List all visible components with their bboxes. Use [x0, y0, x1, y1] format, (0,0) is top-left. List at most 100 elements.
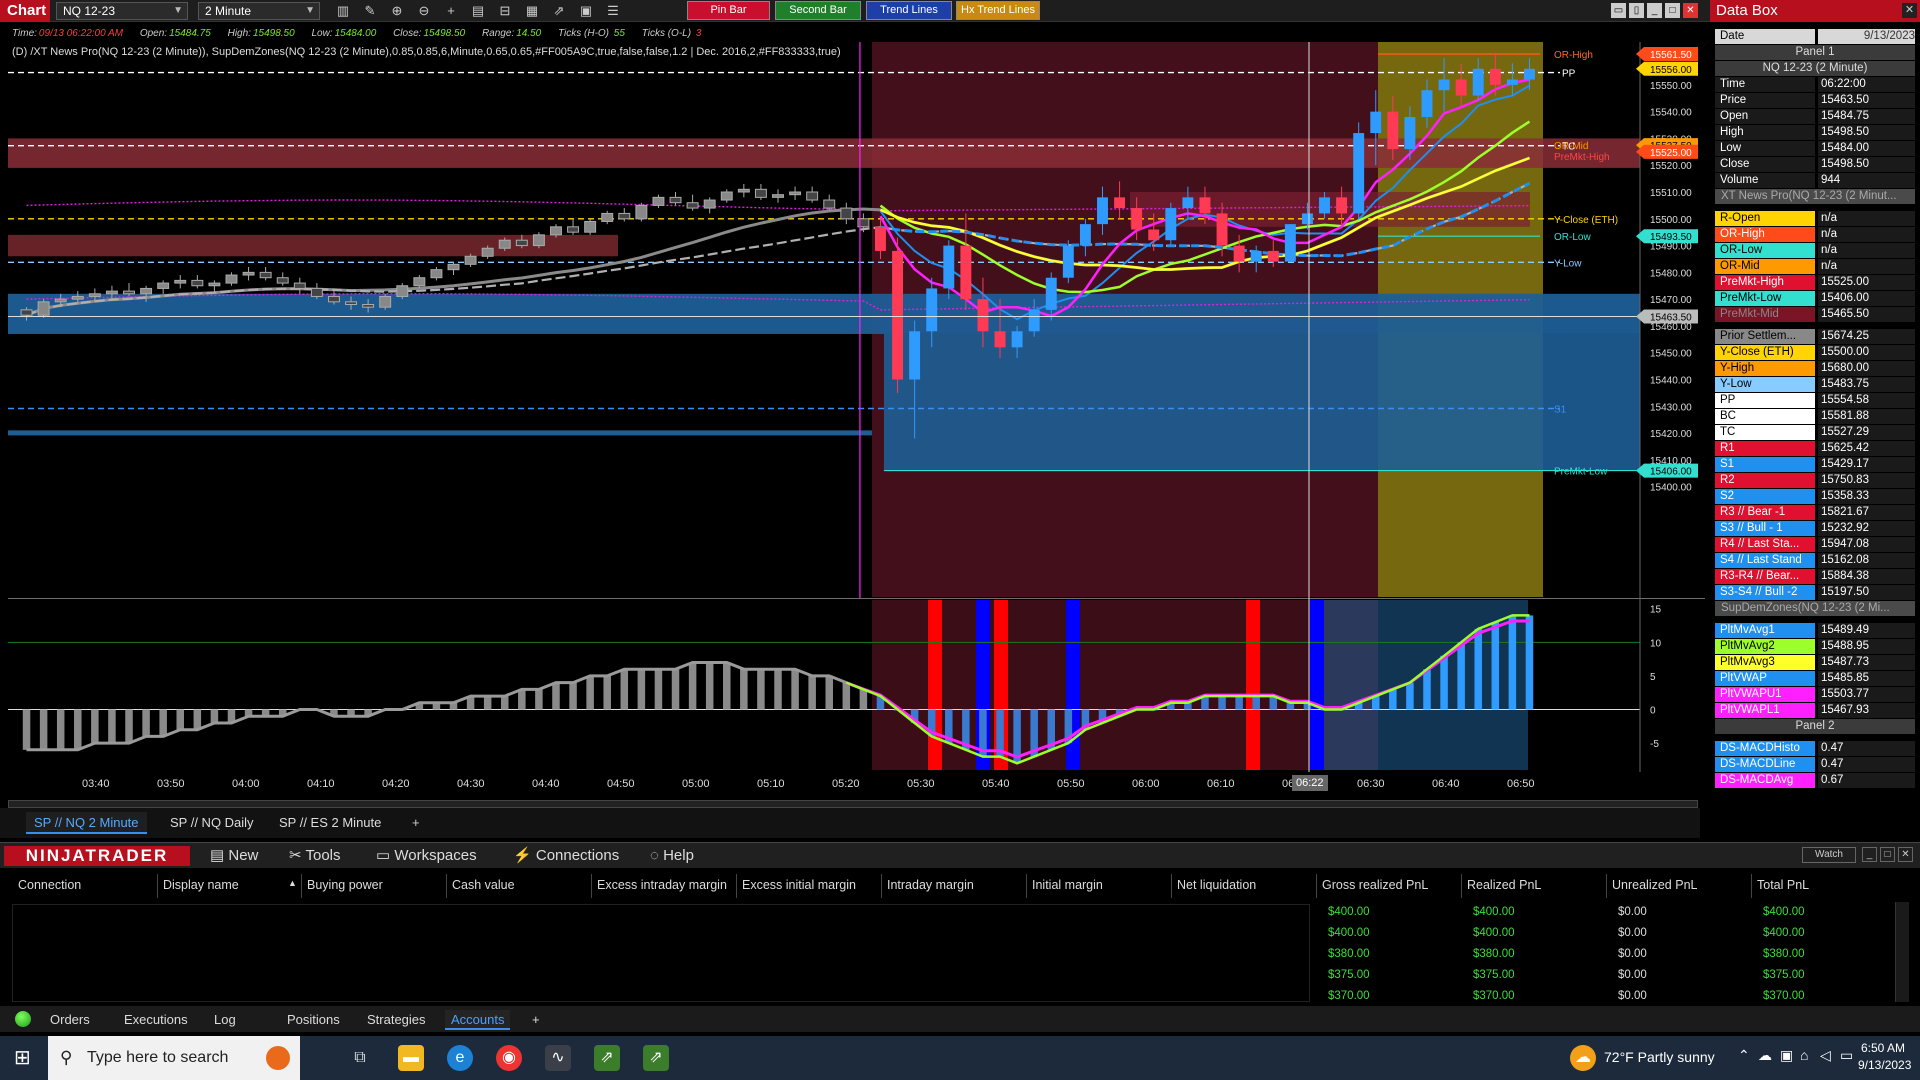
templates-icon[interactable]: ⊟ [496, 3, 514, 19]
zoom-in-icon[interactable]: ⊕ [388, 3, 406, 19]
data-box-row: S3 // Bull - 1 15232.92 [1715, 521, 1915, 536]
column-separator[interactable] [301, 874, 302, 898]
menu-new[interactable]: ▤ New [210, 846, 258, 866]
strategies-icon[interactable]: ⇗ [550, 3, 568, 19]
cc-maximize-icon[interactable]: □ [1880, 847, 1895, 862]
pin-bar-button[interactable]: Pin Bar [687, 1, 770, 20]
interval-selector[interactable]: 2 Minute ▼ [198, 2, 320, 20]
column-header[interactable]: Net liquidation [1177, 878, 1256, 894]
workspaces-icon: ▭ [376, 847, 391, 864]
crosshair-icon[interactable]: + [442, 3, 460, 19]
watch-button[interactable]: Watch [1802, 847, 1856, 863]
window-restore-icon[interactable]: ▭ [1611, 3, 1626, 18]
add-tab-button[interactable]: + [404, 812, 428, 834]
column-header[interactable]: Initial margin [1032, 878, 1103, 894]
account-cell: $400.00 [1763, 906, 1805, 918]
menu-workspaces[interactable]: ▭ Workspaces [376, 846, 477, 866]
keyboard-icon[interactable]: ▭ [1840, 1047, 1853, 1064]
cc-close-icon[interactable]: ✕ [1898, 847, 1913, 862]
column-header[interactable]: Connection [18, 878, 81, 894]
bar-type-icon[interactable]: ▥ [334, 3, 352, 19]
supply-zone-3 [1130, 192, 1530, 227]
column-header[interactable]: Realized PnL [1467, 878, 1541, 894]
column-header[interactable]: Display name [163, 878, 239, 894]
pencil-icon[interactable]: ✎ [361, 3, 379, 19]
candle-body [1489, 68, 1501, 85]
ninjatrader-app-icon[interactable]: ∿ [545, 1045, 571, 1071]
volume-icon[interactable]: ◁ [1820, 1047, 1831, 1064]
app-icon-1[interactable]: ⇗ [594, 1045, 620, 1071]
price-chart-panel[interactable]: 15400.0015410.0015420.0015430.0015440.00… [0, 42, 1705, 598]
app-icon-2[interactable]: ⇗ [643, 1045, 669, 1071]
column-header[interactable]: Intraday margin [887, 878, 974, 894]
zoom-out-icon[interactable]: ⊖ [415, 3, 433, 19]
column-separator[interactable] [1316, 874, 1317, 898]
cc-minimize-icon[interactable]: _ [1862, 847, 1877, 862]
task-view-icon[interactable]: ⧉ [347, 1045, 373, 1071]
data-box-value: 15467.93 [1818, 703, 1915, 718]
add-account-tab-button[interactable]: + [526, 1010, 546, 1030]
hx-trend-lines-button[interactable]: Hx Trend Lines [956, 1, 1040, 20]
data-box-row: Low 15484.00 [1715, 141, 1915, 156]
candle-body [1455, 79, 1467, 96]
taskbar-search-box[interactable]: ⚲ Type here to search [48, 1036, 300, 1080]
tab-orders[interactable]: Orders [44, 1010, 96, 1030]
tab-executions[interactable]: Executions [118, 1010, 194, 1030]
column-header[interactable]: Total PnL [1757, 878, 1809, 894]
macd-panel[interactable]: 15 10 5 0 -5 [0, 598, 1705, 772]
tab-strategies[interactable]: Strategies [361, 1010, 432, 1030]
trend-lines-button[interactable]: Trend Lines [866, 1, 952, 20]
file-explorer-icon[interactable]: ▬ [398, 1045, 424, 1071]
tray-chevron-icon[interactable]: ⌃ [1738, 1047, 1750, 1064]
chrome-icon[interactable]: ◉ [496, 1045, 522, 1071]
chart-horizontal-scrollbar[interactable] [8, 800, 1698, 808]
second-bar-button[interactable]: Second Bar [775, 1, 861, 20]
column-separator[interactable] [1171, 874, 1172, 898]
tray-app-icon[interactable]: ▣ [1780, 1047, 1793, 1064]
column-header[interactable]: Gross realized PnL [1322, 878, 1428, 894]
onedrive-icon[interactable]: ☁ [1758, 1047, 1772, 1064]
menu-tools[interactable]: ✂ Tools [289, 846, 341, 866]
edge-icon[interactable]: e [447, 1045, 473, 1071]
maximize-icon[interactable]: □ [1665, 3, 1680, 18]
price-tag-label: 15493.50 [1650, 232, 1692, 243]
accounts-scrollbar[interactable] [1895, 902, 1909, 1002]
windows-start-icon[interactable]: ⊞ [14, 1048, 34, 1068]
window-tile-icon[interactable]: ▯ [1629, 3, 1644, 18]
column-header[interactable]: Unrealized PnL [1612, 878, 1697, 894]
tab-log[interactable]: Log [208, 1010, 242, 1030]
close-icon[interactable]: ✕ [1683, 3, 1698, 18]
column-header[interactable]: Buying power [307, 878, 383, 894]
list-icon[interactable]: ☰ [604, 3, 622, 19]
clock[interactable]: 6:50 AM 9/13/2023 [1858, 1041, 1911, 1072]
data-box-row: TC 15527.29 [1715, 425, 1915, 440]
column-separator[interactable] [1026, 874, 1027, 898]
properties-icon[interactable]: ▤ [469, 3, 487, 19]
column-header[interactable]: Excess intraday margin [597, 878, 727, 894]
tab-nq-daily[interactable]: SP // NQ Daily [162, 812, 262, 834]
weather-text[interactable]: 72°F Partly sunny [1604, 1049, 1715, 1065]
instrument-selector[interactable]: NQ 12-23 ▼ [56, 2, 188, 20]
tab-es-2-minute[interactable]: SP // ES 2 Minute [271, 812, 389, 834]
account-cell: $400.00 [1328, 906, 1370, 918]
column-separator[interactable] [1751, 874, 1752, 898]
column-header[interactable]: Cash value [452, 878, 515, 894]
column-separator[interactable] [157, 874, 158, 898]
column-separator[interactable] [1606, 874, 1607, 898]
column-separator[interactable] [591, 874, 592, 898]
indicators-icon[interactable]: ▦ [523, 3, 541, 19]
column-separator[interactable] [446, 874, 447, 898]
data-box-row: PreMkt-Mid 15465.50 [1715, 307, 1915, 322]
menu-connections[interactable]: ⚡ Connections [513, 846, 619, 866]
data-box-icon[interactable]: ▣ [577, 3, 595, 19]
column-header[interactable]: Excess initial margin [742, 878, 856, 894]
network-icon[interactable]: ⌂ [1800, 1047, 1808, 1063]
column-separator[interactable] [881, 874, 882, 898]
minimize-icon[interactable]: _ [1647, 3, 1662, 18]
tab-positions[interactable]: Positions [281, 1010, 346, 1030]
column-separator[interactable] [1461, 874, 1462, 898]
menu-help[interactable]: ◌ Help [650, 846, 694, 866]
tab-accounts[interactable]: Accounts [445, 1010, 511, 1030]
column-separator[interactable] [736, 874, 737, 898]
tab-nq-2-minute[interactable]: SP // NQ 2 Minute [26, 812, 147, 834]
